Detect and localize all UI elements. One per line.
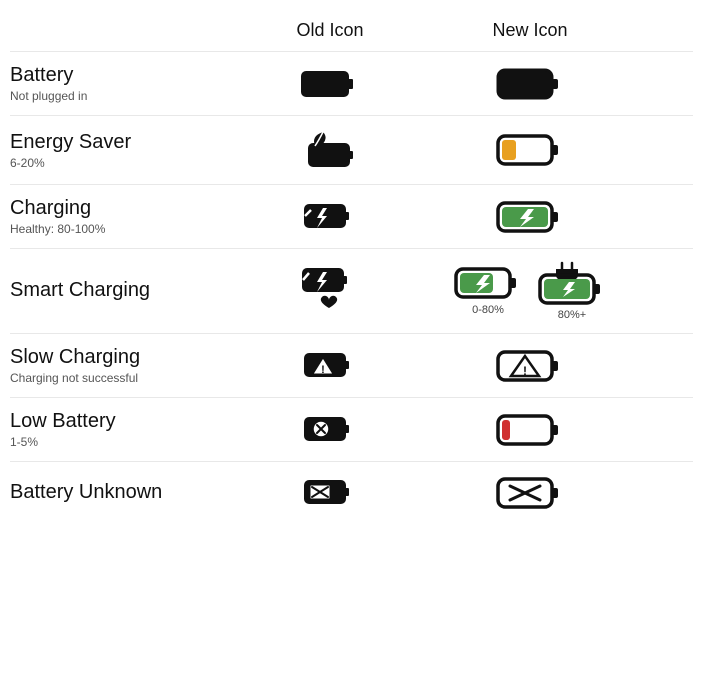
energy-saver-label: Energy Saver 6-20% — [10, 131, 230, 170]
smart-charging-new-0-80-wrapper: 0-80% — [454, 266, 522, 316]
low-battery-main-text: Low Battery — [10, 410, 220, 433]
new-charging-svg — [496, 200, 564, 234]
battery-unknown-new-icon — [430, 476, 630, 510]
svg-text:!: ! — [321, 364, 325, 376]
slow-charging-old-icon: ! — [230, 347, 430, 385]
smart-charging-main-text: Smart Charging — [10, 279, 220, 302]
charging-old-icon — [230, 198, 430, 236]
charging-sub-text: Healthy: 80-100% — [10, 222, 220, 236]
new-energy-saver-svg — [496, 133, 564, 167]
old-battery-svg — [301, 69, 359, 99]
battery-main-text: Battery — [10, 64, 220, 87]
svg-text:!: ! — [523, 364, 527, 378]
row-smart-charging: Smart Charging — [10, 248, 693, 333]
charging-main-text: Charging — [10, 197, 220, 220]
energy-saver-main-text: Energy Saver — [10, 131, 220, 154]
smart-charging-old-icon — [230, 265, 430, 317]
old-icon-header: Old Icon — [230, 20, 430, 41]
energy-saver-old-icon — [230, 128, 430, 172]
header-row: Old Icon New Icon — [10, 20, 693, 41]
row-battery: Battery Not plugged in — [10, 51, 693, 115]
charging-label: Charging Healthy: 80-100% — [10, 197, 230, 236]
battery-new-icon — [430, 67, 630, 101]
battery-label: Battery Not plugged in — [10, 64, 230, 103]
low-battery-sub-text: 1-5% — [10, 435, 220, 449]
slow-charging-new-icon: ! — [430, 349, 630, 383]
main-container: Old Icon New Icon Battery Not plugged in… — [10, 20, 693, 524]
low-battery-old-icon — [230, 411, 430, 449]
energy-saver-new-icon — [430, 133, 630, 167]
new-low-battery-svg — [496, 413, 564, 447]
slow-charging-main-text: Slow Charging — [10, 346, 220, 369]
row-slow-charging: Slow Charging Charging not successful ! … — [10, 333, 693, 397]
energy-saver-sub-text: 6-20% — [10, 156, 220, 170]
row-battery-unknown: Battery Unknown — [10, 461, 693, 524]
battery-old-icon — [230, 69, 430, 99]
old-slow-charging-svg: ! — [301, 347, 359, 385]
smart-charging-80plus-label: 80%+ — [558, 309, 586, 321]
new-smart-charging-0-80-svg — [454, 266, 522, 300]
old-charging-svg — [301, 198, 359, 236]
new-slow-charging-svg: ! — [496, 349, 564, 383]
battery-unknown-old-icon — [230, 474, 430, 512]
old-smart-charging-svg — [299, 265, 361, 317]
row-energy-saver: Energy Saver 6-20% — [10, 115, 693, 184]
new-battery-svg — [496, 67, 564, 101]
charging-new-icon — [430, 200, 630, 234]
smart-charging-new-icon: 0-80% 80%+ — [430, 261, 630, 321]
low-battery-new-icon — [430, 413, 630, 447]
smart-charging-new-80plus-wrapper: 80%+ — [538, 261, 606, 321]
smart-charging-0-80-label: 0-80% — [472, 304, 504, 316]
slow-charging-sub-text: Charging not successful — [10, 371, 220, 385]
battery-sub-text: Not plugged in — [10, 89, 220, 103]
old-energy-saver-svg — [301, 128, 359, 172]
new-smart-charging-80plus-svg — [538, 261, 606, 305]
new-battery-unknown-svg — [496, 476, 564, 510]
slow-charging-label: Slow Charging Charging not successful — [10, 346, 230, 385]
smart-charging-label: Smart Charging — [10, 279, 230, 304]
new-icon-header: New Icon — [430, 20, 630, 41]
battery-unknown-label: Battery Unknown — [10, 481, 230, 506]
old-battery-unknown-svg — [301, 474, 359, 512]
row-low-battery: Low Battery 1-5% — [10, 397, 693, 461]
old-low-battery-svg — [301, 411, 359, 449]
low-battery-label: Low Battery 1-5% — [10, 410, 230, 449]
row-charging: Charging Healthy: 80-100% — [10, 184, 693, 248]
battery-unknown-main-text: Battery Unknown — [10, 481, 220, 504]
